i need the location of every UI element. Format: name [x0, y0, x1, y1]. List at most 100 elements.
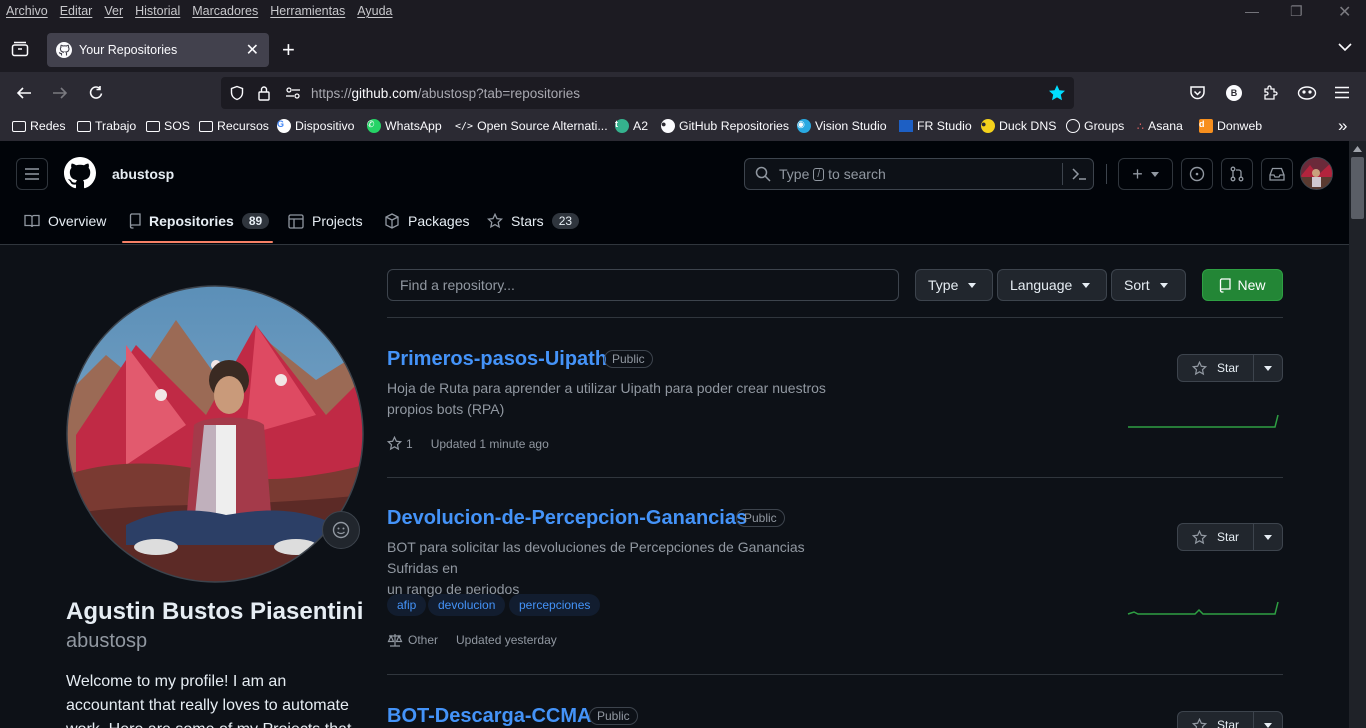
repo-name-link[interactable]: Devolucion-de-Percepcion-Ganancias [387, 507, 747, 530]
issue-opened-icon [1189, 166, 1205, 182]
language-filter-button[interactable]: Language [997, 269, 1107, 301]
code-icon: </> [455, 120, 474, 132]
plus-icon: + [1132, 163, 1143, 184]
reload-icon[interactable] [88, 85, 104, 101]
bookmark-github-repositories[interactable]: ● GitHub Repositories [661, 119, 789, 133]
bookmark-star-icon[interactable] [1048, 84, 1066, 102]
search-divider [1062, 163, 1063, 185]
bookmarks-overflow-icon[interactable]: » [1338, 116, 1347, 136]
tab-overflow-chevron-icon[interactable] [1338, 43, 1352, 52]
tracking-shield-icon[interactable] [229, 85, 245, 101]
forward-icon[interactable] [52, 85, 68, 101]
hamburger-menu-icon[interactable] [1335, 86, 1349, 99]
tab-projects[interactable]: Projects [288, 213, 363, 229]
menu-marcadores[interactable]: Marcadores [186, 4, 264, 18]
star-count[interactable]: 1 [406, 437, 413, 451]
menu-herramientas[interactable]: Herramientas [264, 4, 351, 18]
permissions-icon[interactable] [285, 86, 301, 100]
star-button[interactable]: Star [1178, 355, 1254, 381]
new-repository-button[interactable]: New [1202, 269, 1283, 301]
repo-meta: 1 Updated 1 minute ago [387, 436, 549, 451]
folder-icon [199, 120, 213, 132]
create-new-button[interactable]: + [1118, 158, 1173, 190]
tab-label: Stars [511, 213, 544, 229]
donweb-icon: d [1199, 119, 1213, 133]
visibility-badge: Public [604, 350, 653, 368]
type-filter-button[interactable]: Type [915, 269, 993, 301]
inbox-button[interactable] [1261, 158, 1293, 190]
set-status-button[interactable] [322, 511, 360, 549]
command-palette-icon[interactable] [1071, 167, 1087, 181]
new-tab-icon[interactable]: + [282, 37, 295, 63]
tab-repositories[interactable]: Repositories 89 [129, 213, 270, 229]
pull-requests-button[interactable] [1221, 158, 1253, 190]
lock-icon[interactable] [257, 85, 271, 101]
bookmark-sos[interactable]: SOS [146, 119, 190, 133]
minimize-icon[interactable]: — [1245, 3, 1259, 19]
menu-historial[interactable]: Historial [129, 4, 186, 18]
extensions-puzzle-icon[interactable] [1262, 84, 1279, 101]
repo-name-link[interactable]: Primeros-pasos-Uipath [387, 348, 607, 371]
page-scrollbar[interactable] [1349, 141, 1366, 728]
bookmark-label: FR Studio [917, 119, 972, 133]
user-avatar[interactable] [1300, 157, 1333, 190]
topic-tag[interactable]: percepciones [509, 594, 601, 616]
star-button[interactable]: Star [1178, 712, 1254, 728]
repo-name-link[interactable]: BOT-Descarga-CCMA [387, 705, 591, 728]
browser-tab-active[interactable]: Your Repositories ✕ [47, 33, 269, 67]
star-button[interactable]: Star [1178, 524, 1254, 550]
bookmark-dispositivo[interactable]: G Dispositivo [277, 119, 354, 133]
topic-tag[interactable]: afip [387, 594, 427, 616]
list-divider [387, 317, 1283, 318]
profile-login: abustosp [66, 630, 148, 652]
search-input[interactable]: Type / to search [744, 158, 1094, 190]
bookmark-trabajo[interactable]: Trabajo [77, 119, 136, 133]
bookmark-label: Trabajo [95, 119, 137, 133]
tab-list-icon[interactable] [11, 41, 29, 57]
bookmark-vision-studio[interactable]: ◉ Vision Studio [797, 119, 887, 133]
global-nav-menu-button[interactable] [16, 158, 48, 190]
extension-b-icon[interactable]: B [1226, 85, 1242, 101]
address-bar[interactable]: https://github.com/abustosp?tab=reposito… [221, 77, 1074, 109]
star-icon[interactable] [387, 436, 402, 451]
bookmark-a2[interactable]: t A2 [615, 119, 648, 133]
github-logo-icon[interactable] [64, 157, 96, 189]
header-username[interactable]: abustosp [112, 166, 174, 182]
bookmark-fr-studio[interactable]: FR Studio [899, 119, 972, 133]
menu-editar[interactable]: Editar [54, 4, 99, 18]
bookmark-groups[interactable]: Groups [1066, 119, 1124, 133]
scrollbar-thumb[interactable] [1351, 157, 1364, 219]
tab-stars[interactable]: Stars 23 [487, 213, 580, 229]
star-list-dropdown[interactable] [1254, 524, 1282, 550]
window-close-icon[interactable]: ✕ [1338, 2, 1351, 22]
bookmark-redes[interactable]: Redes [12, 119, 66, 133]
issues-button[interactable] [1181, 158, 1213, 190]
tab-packages[interactable]: Packages [384, 213, 469, 229]
bookmark-whatsapp[interactable]: ✆ WhatsApp [367, 119, 442, 133]
repo-description: Hoja de Ruta para aprender a utilizar Ui… [387, 378, 857, 420]
back-icon[interactable] [16, 85, 32, 101]
account-avatar-icon[interactable] [1297, 84, 1317, 101]
tab-close-icon[interactable]: ✕ [246, 40, 259, 60]
restore-icon[interactable]: ❐ [1290, 3, 1303, 20]
topic-tag[interactable]: devolucion [428, 594, 506, 616]
bookmarks-bar: Redes Trabajo SOS Recursos G Dispositivo … [0, 114, 1366, 141]
bookmark-asana[interactable]: ∴ Asana [1137, 119, 1183, 133]
bookmark-donweb[interactable]: d Donweb [1199, 119, 1262, 133]
bookmark-duck-dns[interactable]: ● Duck DNS [981, 119, 1056, 133]
star-list-dropdown[interactable] [1254, 712, 1282, 728]
triangle-down-icon [1264, 722, 1272, 728]
triangle-down-icon [968, 282, 977, 288]
scroll-up-icon[interactable] [1353, 146, 1362, 152]
menu-ver[interactable]: Ver [98, 4, 129, 18]
bookmark-open-source-alternative[interactable]: </> Open Source Alternati... [455, 119, 608, 133]
menu-ayuda[interactable]: Ayuda [351, 4, 398, 18]
bookmark-recursos[interactable]: Recursos [199, 119, 269, 133]
sort-filter-button[interactable]: Sort [1111, 269, 1186, 301]
pocket-icon[interactable] [1189, 85, 1206, 101]
tab-overview[interactable]: Overview [24, 213, 106, 229]
tab-title: Your Repositories [79, 43, 178, 57]
star-list-dropdown[interactable] [1254, 355, 1282, 381]
menu-archivo[interactable]: Archivo [0, 4, 54, 18]
find-repository-input[interactable]: Find a repository... [387, 269, 899, 301]
